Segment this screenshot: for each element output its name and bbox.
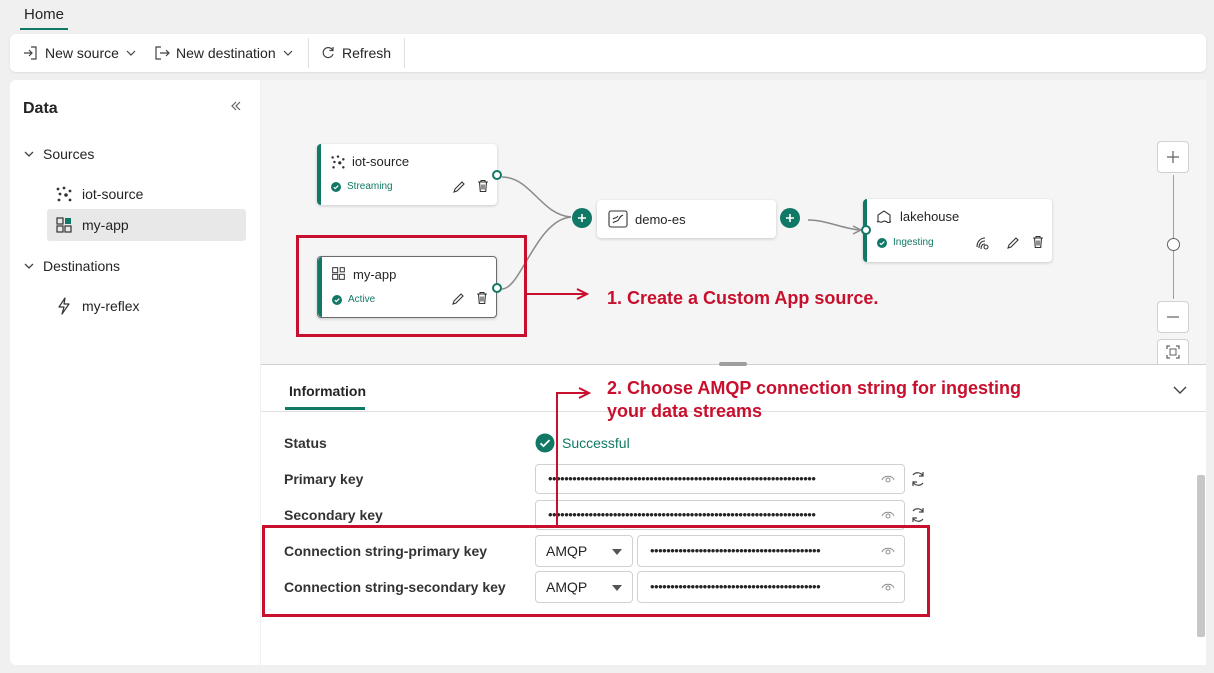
iot-source-icon: [331, 155, 345, 169]
status-text: Successful: [562, 435, 630, 451]
active-tab-indicator: [285, 407, 365, 410]
secondary-key-label: Secondary key: [284, 507, 383, 523]
node-title: iot-source: [352, 154, 410, 169]
scrollbar[interactable]: [1197, 475, 1205, 637]
sidebar-item-iot-source[interactable]: iot-source: [47, 178, 246, 210]
eventstream-icon: [608, 210, 628, 228]
annotation-step-2-line-1: 2. Choose AMQP connection string for ing…: [607, 378, 1022, 398]
node-status-label: Ingesting: [893, 237, 934, 248]
add-destination-button[interactable]: [780, 208, 800, 228]
check-circle-icon: [535, 433, 555, 453]
refresh-label: Refresh: [342, 45, 392, 61]
plus-icon: [578, 214, 586, 222]
regenerate-primary-key-button[interactable]: [908, 469, 928, 489]
masked-value: ••••••••••••••••••••••••••••••••••••••••…: [548, 507, 816, 522]
node-status-label: Streaming: [347, 181, 393, 192]
data-activator-icon[interactable]: [974, 235, 990, 251]
lakehouse-icon: [876, 210, 892, 223]
new-destination-label: New destination: [176, 45, 276, 61]
regenerate-secondary-key-button[interactable]: [908, 505, 928, 525]
plus-icon: [1167, 151, 1179, 163]
node-lakehouse[interactable]: lakehouse Ingesting: [861, 199, 1052, 262]
chevron-down-icon: [24, 151, 34, 157]
collapse-sidebar-button[interactable]: [226, 96, 246, 116]
chevron-down-icon: [126, 50, 136, 56]
sidebar-item-label: iot-source: [82, 186, 144, 202]
regenerate-icon: [912, 472, 924, 486]
reflex-icon: [55, 297, 73, 315]
sign-out-icon: [155, 46, 170, 60]
panel-resize-handle[interactable]: [719, 362, 747, 366]
refresh-button[interactable]: Refresh: [320, 34, 391, 72]
status-value: Successful: [535, 433, 630, 453]
sidebar-item-label: my-reflex: [82, 298, 140, 314]
destinations-group-toggle[interactable]: Destinations: [23, 254, 120, 278]
zoom-slider-thumb[interactable]: [1167, 238, 1180, 251]
fit-to-screen-button[interactable]: [1157, 339, 1189, 364]
new-source-button[interactable]: New source: [22, 34, 137, 72]
edit-icon[interactable]: [452, 180, 466, 194]
sources-label: Sources: [43, 146, 95, 162]
output-port[interactable]: [492, 170, 502, 180]
annotation-box-connection-strings: [262, 525, 930, 617]
sidebar-item-my-reflex[interactable]: my-reflex: [47, 290, 246, 322]
sources-group-toggle[interactable]: Sources: [23, 142, 94, 166]
zoom-slider-track[interactable]: [1173, 175, 1174, 299]
node-title: lakehouse: [900, 209, 960, 224]
node-iot-source[interactable]: iot-source Streaming: [317, 144, 502, 205]
eye-icon[interactable]: [881, 473, 895, 485]
sign-in-icon: [24, 46, 37, 60]
node-status: Streaming: [331, 181, 393, 192]
iot-source-icon: [55, 185, 73, 203]
primary-key-field[interactable]: ••••••••••••••••••••••••••••••••••••••••…: [535, 464, 905, 494]
tab-information[interactable]: Information: [289, 383, 366, 399]
regenerate-icon: [912, 508, 924, 522]
ribbon-tabs: Home: [0, 0, 1214, 32]
new-destination-button[interactable]: New destination: [153, 34, 294, 72]
double-chevron-left-icon: [231, 101, 241, 111]
chevron-down-icon: [283, 50, 293, 56]
sidebar-item-label: my-app: [82, 217, 129, 233]
input-port[interactable]: [861, 225, 871, 235]
zoom-in-button[interactable]: [1157, 141, 1189, 173]
chevron-down-icon[interactable]: [1171, 381, 1189, 399]
annotation-step-1: 1. Create a Custom App source.: [607, 288, 879, 308]
zoom-out-button[interactable]: [1157, 301, 1189, 333]
refresh-icon: [322, 46, 334, 59]
tab-home[interactable]: Home: [20, 2, 69, 30]
sidebar-item-my-app[interactable]: my-app: [47, 209, 246, 241]
destinations-label: Destinations: [43, 258, 121, 274]
annotation-box-custom-app: [296, 235, 527, 337]
node-eventstream[interactable]: demo-es: [597, 200, 776, 238]
annotation-step-2-line-2: your data streams: [607, 401, 763, 421]
minus-icon: [1167, 316, 1179, 318]
edit-icon[interactable]: [1006, 236, 1020, 250]
add-operation-button[interactable]: [572, 208, 592, 228]
toolbar-divider: [308, 38, 309, 68]
new-source-label: New source: [45, 45, 119, 61]
plus-icon: [786, 214, 794, 222]
status-label: Status: [284, 435, 327, 451]
data-sidebar: Data Sources iot-source my-app Destinati…: [10, 80, 260, 665]
node-title: demo-es: [635, 212, 686, 227]
delete-icon[interactable]: [476, 179, 490, 193]
node-status: Ingesting: [877, 237, 934, 248]
delete-icon[interactable]: [1031, 235, 1045, 249]
primary-key-label: Primary key: [284, 471, 364, 487]
masked-value: ••••••••••••••••••••••••••••••••••••••••…: [548, 471, 816, 486]
check-circle-icon: [877, 237, 887, 248]
fit-screen-icon: [1166, 345, 1180, 359]
toolbar-divider: [404, 38, 405, 68]
chevron-down-icon: [24, 263, 34, 269]
custom-app-icon: [55, 216, 73, 234]
sidebar-title: Data: [23, 100, 58, 117]
eye-icon[interactable]: [881, 509, 895, 521]
toolbar: New source New destination Refresh: [10, 34, 1206, 72]
check-circle-icon: [331, 181, 341, 192]
